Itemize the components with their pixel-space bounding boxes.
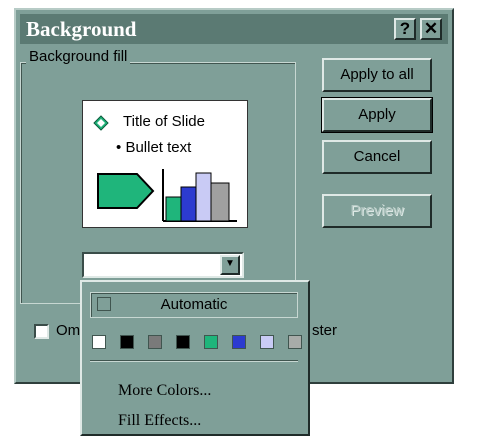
bar-chart-icon <box>162 169 237 222</box>
apply-to-all-button[interactable]: Apply to all <box>322 58 432 92</box>
color-swatch[interactable] <box>176 335 190 349</box>
more-colors-item[interactable]: More Colors... <box>118 382 211 400</box>
chevron-down-icon[interactable]: ▼ <box>220 255 240 275</box>
color-swatch[interactable] <box>260 335 274 349</box>
color-swatch[interactable] <box>204 335 218 349</box>
preview-bullet-text: • Bullet text <box>116 139 192 156</box>
color-swatch[interactable] <box>92 335 106 349</box>
omit-graphics-checkbox[interactable] <box>34 324 49 339</box>
close-button[interactable]: ✕ <box>420 18 442 40</box>
fill-color-combo[interactable]: ▼ <box>82 252 244 278</box>
menu-separator <box>90 360 298 362</box>
apply-button[interactable]: Apply <box>321 97 433 133</box>
help-button[interactable]: ? <box>394 18 416 40</box>
color-swatch[interactable] <box>120 335 134 349</box>
omit-label-start: Om <box>56 322 81 339</box>
preview-slide-title: Title of Slide <box>123 113 205 130</box>
cancel-button[interactable]: Cancel <box>322 140 432 174</box>
color-swatch[interactable] <box>288 335 302 349</box>
preview-button: Preview <box>322 194 432 228</box>
slide-preview: Title of Slide • Bullet text <box>82 100 248 228</box>
color-swatch[interactable] <box>148 335 162 349</box>
color-dropdown-menu: Automatic More Colors... Fill Effects... <box>80 280 310 436</box>
background-fill-label: Background fill <box>26 48 131 65</box>
automatic-swatch <box>97 297 111 311</box>
automatic-label: Automatic <box>160 296 228 313</box>
color-swatch[interactable] <box>232 335 246 349</box>
automatic-color-option[interactable]: Automatic <box>90 292 298 318</box>
title-bar[interactable]: Background ? ✕ <box>20 14 448 44</box>
omit-label-end: ster <box>312 322 338 339</box>
arrow-shape-icon <box>97 173 155 209</box>
dialog-title: Background <box>26 17 137 41</box>
diamond-bullet-icon <box>93 115 109 131</box>
fill-effects-item[interactable]: Fill Effects... <box>118 412 201 430</box>
